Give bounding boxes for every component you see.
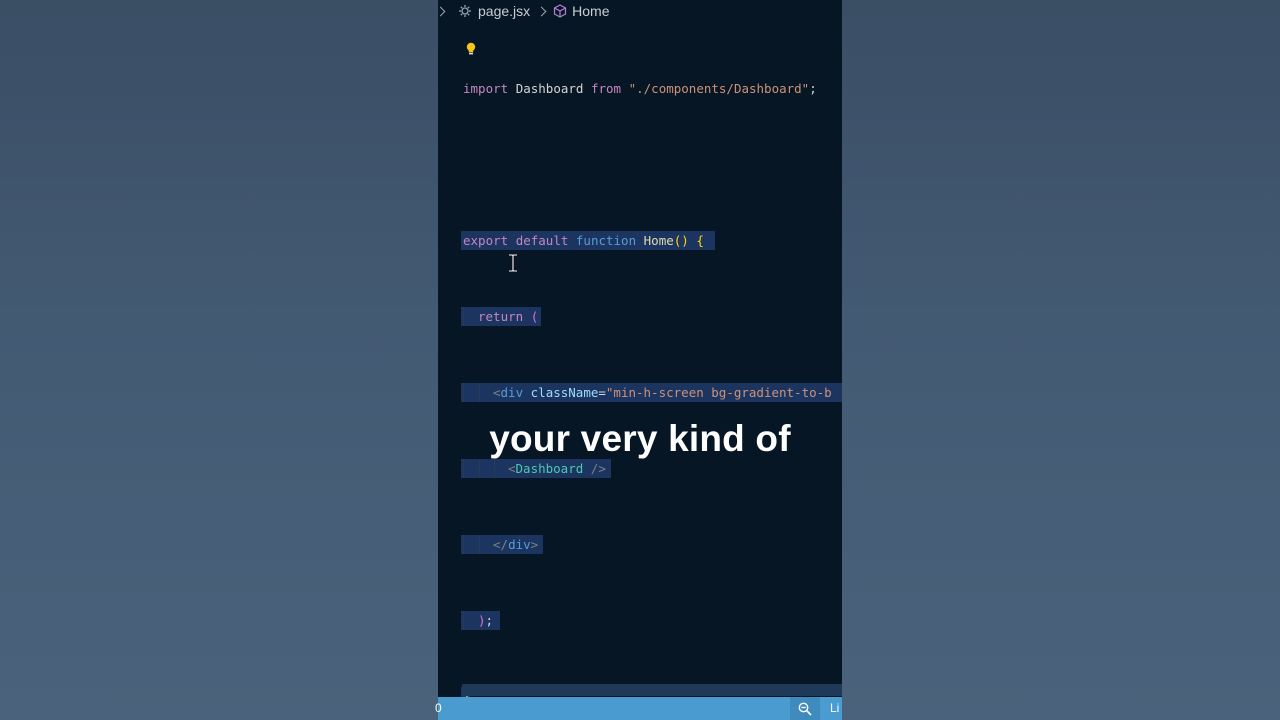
code-line: export default function Home() {	[438, 231, 842, 250]
code-area[interactable]: import Dashboard from "./components/Dash…	[438, 22, 842, 720]
indent-guide	[463, 611, 464, 630]
open-brace: {	[696, 233, 704, 248]
indent-guide	[494, 459, 495, 478]
code-line: import Dashboard from "./components/Dash…	[438, 79, 842, 98]
close-paren: )	[478, 613, 486, 628]
chevron-right-icon[interactable]	[438, 6, 446, 16]
attribute-classname: className	[530, 385, 599, 400]
keyword-function: function	[575, 233, 637, 248]
semicolon: ;	[485, 613, 494, 628]
code-line-text: </div>	[493, 535, 538, 554]
indent-guide	[463, 307, 464, 326]
code-line: return (	[438, 307, 842, 326]
component-dashboard: Dashboard	[515, 461, 584, 476]
keyword-import: import	[463, 81, 509, 96]
text-cursor-icon	[509, 254, 517, 272]
code-line: <div className="min-h-screen bg-gradient…	[438, 383, 842, 402]
keyword-default: default	[515, 233, 569, 248]
tag-self-close: />	[583, 461, 606, 476]
indent-guide	[479, 459, 480, 478]
background-right	[842, 0, 1280, 720]
indent-guide	[479, 383, 480, 402]
semicolon: ;	[809, 81, 817, 96]
indent-guide	[479, 535, 480, 554]
breadcrumb-symbol[interactable]: Home	[572, 3, 609, 19]
equals-sign: =	[598, 385, 606, 400]
code-line: );	[438, 611, 842, 630]
keyword-from: from	[590, 81, 622, 96]
react-gear-icon	[459, 5, 471, 17]
status-right-text[interactable]: Li	[830, 701, 839, 715]
horizontal-scrollbar[interactable]	[462, 684, 842, 696]
indent-guide	[463, 535, 464, 554]
status-bar: 0 Li	[435, 697, 842, 720]
cube-icon	[554, 4, 567, 18]
open-paren: (	[530, 309, 539, 324]
parens: ()	[673, 233, 689, 248]
keyword-return: return	[478, 309, 524, 324]
code-line: <Dashboard />	[438, 459, 842, 478]
tag-name-div: div	[500, 385, 524, 400]
indent-guide	[463, 459, 464, 478]
zoom-out-icon	[798, 702, 812, 716]
code-line-text: export default function Home() {	[463, 231, 704, 250]
tag-close-open-bracket: </	[493, 537, 509, 552]
lightbulb-icon[interactable]	[465, 42, 477, 56]
code-editor[interactable]: page.jsx Home import Dashboard from "./c…	[438, 0, 842, 720]
tag-name-div: div	[508, 537, 531, 552]
tag-open-bracket: <	[493, 385, 501, 400]
indent-guide	[463, 383, 464, 402]
breadcrumb-file[interactable]: page.jsx	[478, 3, 530, 19]
background-left	[0, 0, 438, 720]
code-line: </div>	[438, 535, 842, 554]
code-line-text: <div className="min-h-screen bg-gradient…	[493, 383, 832, 402]
classname-value: "min-h-screen bg-gradient-to-b	[605, 385, 832, 400]
chevron-right-icon	[536, 6, 547, 16]
tag-open-bracket: <	[508, 461, 516, 476]
code-line-text: );	[478, 611, 493, 630]
status-left-text[interactable]: 0	[435, 701, 442, 715]
code-line-text: import Dashboard from "./components/Dash…	[463, 79, 817, 98]
keyword-export: export	[463, 233, 509, 248]
zoom-button[interactable]	[790, 697, 820, 720]
import-path-string: "./components/Dashboard"	[628, 81, 810, 96]
code-line-text: <Dashboard />	[508, 459, 606, 478]
tag-close-bracket: >	[530, 537, 539, 552]
identifier-dashboard: Dashboard	[515, 81, 584, 96]
video-caption: your very kind of	[489, 418, 791, 459]
code-line-text: return (	[478, 307, 538, 326]
breadcrumb: page.jsx Home	[438, 0, 842, 22]
function-name: Home	[643, 233, 674, 248]
